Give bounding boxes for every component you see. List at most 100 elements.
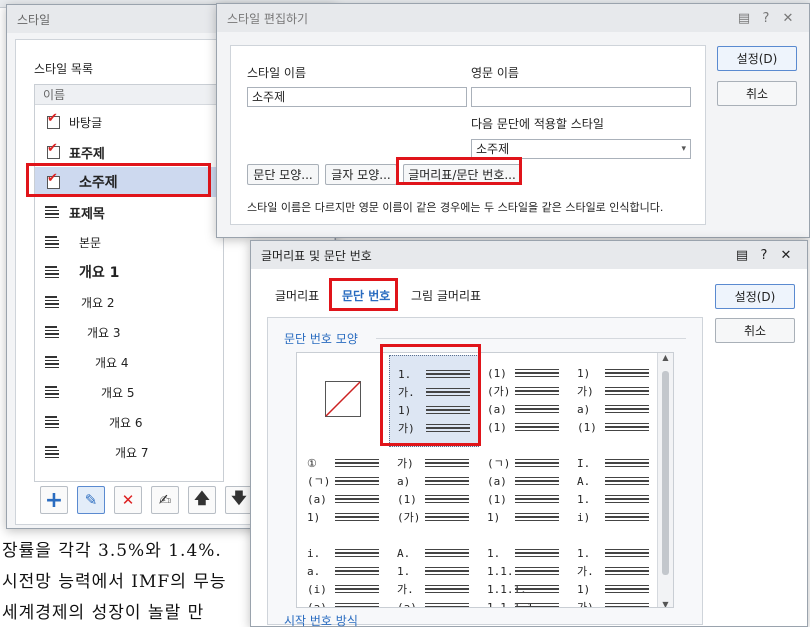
style-list-item[interactable]: 본문 [35, 227, 220, 257]
bullet-dialog-title: 글머리표 및 문단 번호 [261, 248, 372, 263]
help-icon[interactable]: ? [753, 248, 775, 263]
numbering-option[interactable] [299, 355, 389, 447]
text-lines-preview [605, 404, 649, 414]
edit-pencil-icon: ✎ [84, 491, 98, 509]
edit-dialog-title: 스타일 편집하기 [227, 11, 309, 26]
numbering-label: 가) [577, 385, 594, 398]
style-list-item-label: 개요 3 [87, 325, 121, 340]
paragraph-shape-button[interactable]: 문단 모양... [247, 164, 319, 185]
text-lines-preview [425, 566, 469, 576]
numbering-label: (a) [487, 402, 507, 416]
numbering-label: 가. [577, 565, 594, 578]
numbering-option[interactable]: I. A. 1. i) [569, 445, 659, 537]
text-lines-preview [335, 494, 379, 504]
numbering-line: (1) [487, 491, 559, 507]
edit-dialog-titlebar: 스타일 편집하기 ▤ ? ✕ [217, 4, 809, 32]
edit-pencil-button[interactable]: ✎ [77, 486, 105, 514]
numbering-line: (1) [577, 419, 649, 435]
style-list-item[interactable]: 표제목 [35, 197, 220, 227]
english-name-input[interactable] [471, 87, 691, 107]
style-list-label: 스타일 목록 [34, 62, 94, 76]
style-list-item[interactable]: 개요 1 [35, 257, 220, 287]
style-list-item-label: 개요 4 [95, 355, 129, 370]
numbering-option[interactable]: i. a. (i) (a) [299, 535, 389, 607]
menu-icon[interactable]: ▤ [733, 11, 755, 26]
scroll-up-icon[interactable]: ▲ [658, 353, 673, 362]
numbering-label: 1.1. [487, 564, 514, 578]
char-shape-button[interactable]: 글자 모양... [325, 164, 397, 185]
numbering-label: 1. [487, 546, 501, 560]
bullet-ok-button[interactable]: 설정(D) [715, 284, 795, 309]
numbering-line: (a) [487, 473, 559, 489]
edit-style-button[interactable]: ✍ [151, 486, 179, 514]
bullet-cancel-button[interactable]: 취소 [715, 318, 795, 343]
numbering-line: (a) [307, 491, 379, 507]
edit-style-dialog: 스타일 편집하기 ▤ ? ✕ 스타일 이름 소주제 영문 이름 다음 문단에 적… [216, 3, 810, 238]
style-list-item[interactable]: 개요 2 [35, 287, 220, 317]
numbering-label: (ㄱ) [487, 457, 511, 470]
move-down-button[interactable]: 🡇 [225, 486, 253, 514]
numbering-option[interactable]: (ㄱ) (a) (1) 1) [479, 445, 569, 537]
tab-bullet[interactable]: 글머리표 [275, 287, 319, 304]
move-up-button[interactable]: 🡅 [188, 486, 216, 514]
numbering-label: 1. [397, 564, 411, 578]
numbering-option[interactable]: (1) (가) (a) (1) [479, 355, 569, 447]
doc-line-1: 장률을 각각 3.5%와 1.4%. [2, 541, 222, 561]
style-list-item[interactable]: 개요 3 [35, 317, 220, 347]
text-lines-preview [515, 602, 559, 607]
numbering-option[interactable]: A. 1. 가. (a) [389, 535, 479, 607]
numbering-label: (가) [397, 511, 421, 524]
style-list-item[interactable]: 개요 6 [35, 407, 220, 437]
numbering-line: (a) [487, 401, 559, 417]
paragraph-lines-icon [45, 354, 63, 370]
numbering-line: I. [577, 455, 649, 471]
numbering-line: 가) [397, 455, 469, 471]
close-icon[interactable]: ✕ [775, 248, 797, 263]
style-list-item-label: 개요 7 [115, 445, 149, 460]
help-icon[interactable]: ? [755, 11, 777, 26]
grid-scrollbar[interactable]: ▲ ▼ [657, 353, 673, 607]
numbering-line: 1. [487, 545, 559, 561]
style-name-input[interactable]: 소주제 [247, 87, 467, 107]
text-lines-preview [515, 458, 559, 468]
text-lines-preview [425, 602, 469, 607]
numbering-label: 1.1.1.1. [487, 600, 540, 608]
style-list-item[interactable]: 바탕글 [35, 107, 220, 137]
numbering-option[interactable]: 1) 가) a) (1) [569, 355, 659, 447]
text-lines-preview [515, 494, 559, 504]
numbering-line: (ㄱ) [487, 455, 559, 471]
close-icon[interactable]: ✕ [777, 11, 799, 26]
numbering-panel: 문단 번호 모양 1. 가. 1) 가) (1) (가) (a) (1) 1) 가) a) (1) ① (… [267, 317, 703, 627]
text-lines-preview [605, 386, 649, 396]
numbering-line: a. [307, 563, 379, 579]
highlight-bullet-button [396, 157, 522, 185]
next-style-select[interactable]: 소주제 ▾ [471, 139, 691, 159]
delete-x-button[interactable]: ✕ [114, 486, 142, 514]
style-list[interactable]: 이름 바탕글표주제소주제표제목본문개요 1개요 2개요 3개요 4개요 5개요 … [34, 84, 224, 482]
numbering-line: 가. [577, 563, 649, 579]
numbering-line: A. [577, 473, 649, 489]
menu-icon[interactable]: ▤ [731, 248, 753, 263]
numbering-option[interactable]: ① (ㄱ) (a) 1) [299, 445, 389, 537]
style-list-header: 이름 [35, 85, 223, 105]
tab-picture-bullet[interactable]: 그림 글머리표 [411, 287, 481, 304]
edit-ok-button[interactable]: 설정(D) [717, 46, 797, 71]
numbering-line: 1.1. [487, 563, 559, 579]
numbering-grid[interactable]: 1. 가. 1) 가) (1) (가) (a) (1) 1) 가) a) (1) ① (ㄱ) (a) 1) 가)… [296, 352, 674, 608]
numbering-option[interactable]: 가) a) (1) (가) [389, 445, 479, 537]
style-list-item[interactable]: 개요 7 [35, 437, 220, 467]
style-list-item[interactable]: 개요 4 [35, 347, 220, 377]
edit-cancel-button[interactable]: 취소 [717, 81, 797, 106]
numbering-option[interactable]: 1. 1.1. 1.1.1. 1.1.1.1. [479, 535, 569, 608]
style-list-item[interactable]: 개요 5 [35, 377, 220, 407]
numbering-line: 가) [577, 383, 649, 399]
numbering-label: (1) [487, 366, 507, 380]
numbering-label: 가) [577, 601, 594, 608]
numbering-option[interactable]: 1. 가. 1) 가) [569, 535, 659, 608]
add-button[interactable]: + [40, 486, 68, 514]
add-icon: + [44, 487, 64, 513]
scroll-thumb[interactable] [662, 371, 669, 575]
numbering-label: 1.1.1. [487, 582, 527, 596]
scroll-down-icon[interactable]: ▼ [658, 600, 673, 607]
numbering-label: (1) [577, 420, 597, 434]
